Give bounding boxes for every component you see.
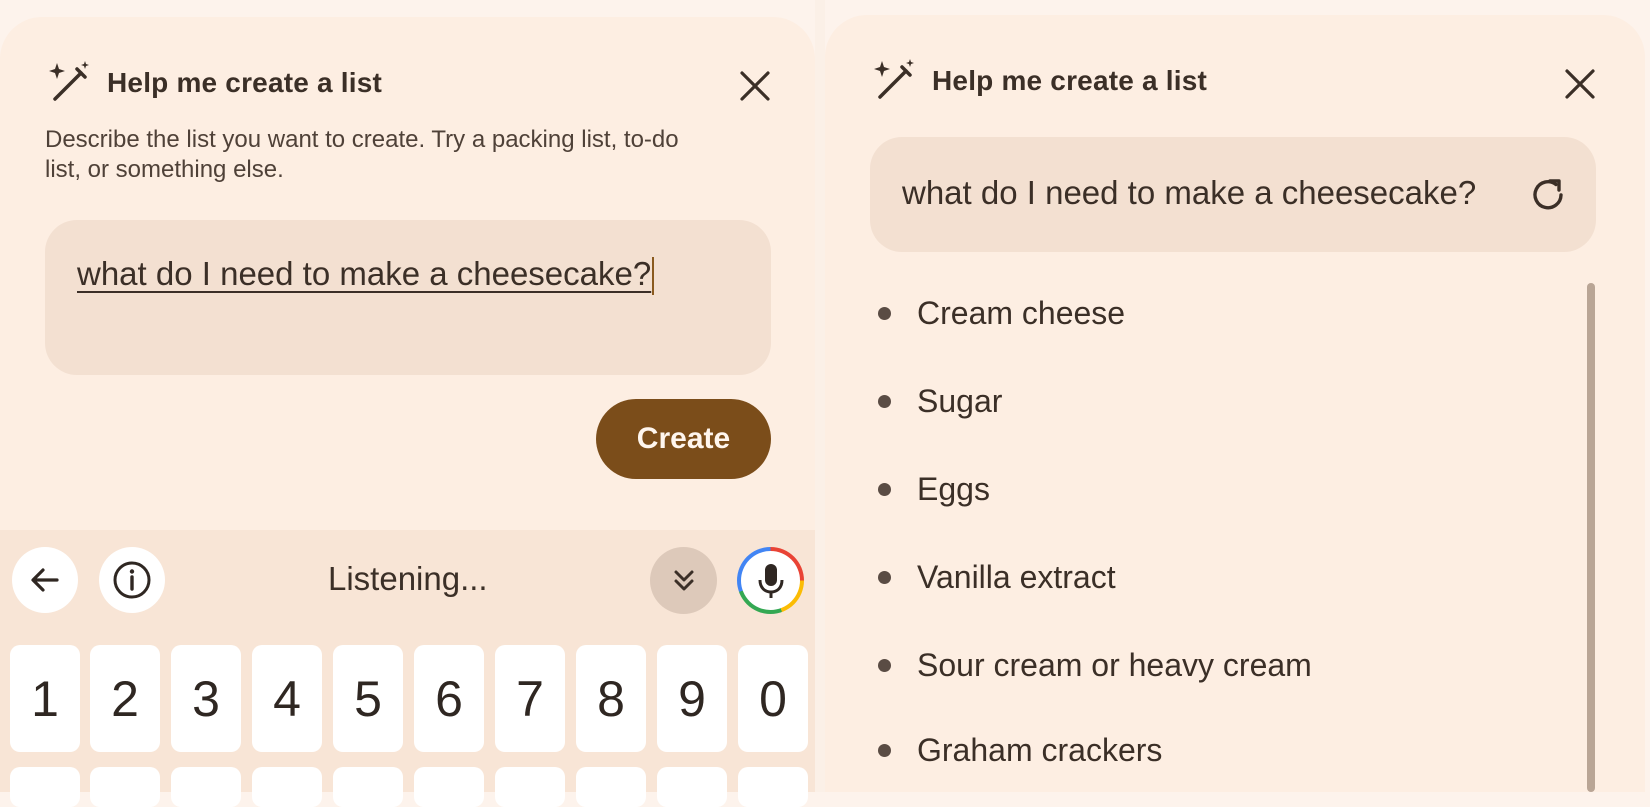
- create-button[interactable]: Create: [596, 399, 771, 479]
- bullet: [878, 395, 891, 408]
- double-chevron-down-icon: [674, 570, 693, 590]
- keyboard-key[interactable]: [657, 767, 727, 807]
- list-item[interactable]: Eggs: [870, 471, 990, 508]
- list-item[interactable]: Sugar: [870, 383, 1002, 420]
- keyboard-key[interactable]: [171, 767, 241, 807]
- list-item-text: Sour cream or heavy cream: [917, 647, 1312, 683]
- panel-divider: [815, 0, 825, 792]
- listening-status: Listening...: [328, 560, 488, 597]
- prompt-input[interactable]: what do I need to make a cheesecake?: [45, 220, 771, 375]
- key-3[interactable]: 3: [171, 645, 241, 752]
- bullet: [878, 483, 891, 496]
- keyboard-key[interactable]: [414, 767, 484, 807]
- key-1[interactable]: 1: [10, 645, 80, 752]
- key-8[interactable]: 8: [576, 645, 646, 752]
- keyboard-key[interactable]: [495, 767, 565, 807]
- dialog-title: Help me create a list: [932, 65, 1207, 96]
- list-item[interactable]: Graham crackers: [870, 732, 1162, 769]
- keyboard-toolbar: Listening...: [0, 530, 815, 630]
- keyboard-key[interactable]: [576, 767, 646, 807]
- list-item[interactable]: Cream cheese: [870, 295, 1125, 332]
- list-item-text: Sugar: [917, 383, 1003, 419]
- list-item[interactable]: Vanilla extract: [870, 559, 1116, 596]
- text-caret: [652, 257, 655, 296]
- submitted-prompt[interactable]: what do I need to make a cheesecake?: [870, 137, 1596, 252]
- dialog-title: Help me create a list: [107, 67, 382, 98]
- microphone-icon: [758, 563, 783, 598]
- list-item[interactable]: Sour cream or heavy cream: [870, 647, 1312, 684]
- bullet: [878, 307, 891, 320]
- info-button[interactable]: [99, 547, 165, 613]
- prompt-text: what do I need to make a cheesecake?: [902, 174, 1477, 211]
- on-screen-keyboard: Listening... 1 2 3 4 5 6 7 8 9 0: [0, 530, 815, 807]
- right-list-dialog: Help me create a list what do I need to …: [825, 15, 1645, 792]
- bullet: [878, 571, 891, 584]
- keyboard-key[interactable]: [252, 767, 322, 807]
- key-2[interactable]: 2: [90, 645, 160, 752]
- keyboard-key[interactable]: [333, 767, 403, 807]
- back-button[interactable]: [12, 547, 78, 613]
- info-icon: [113, 561, 151, 599]
- voice-input-button[interactable]: [737, 547, 804, 614]
- key-4[interactable]: 4: [252, 645, 322, 752]
- back-arrow-icon: [31, 568, 59, 592]
- magic-wand-icon: [49, 61, 89, 101]
- key-6[interactable]: 6: [414, 645, 484, 752]
- keyboard-key[interactable]: [738, 767, 808, 807]
- bullet: [878, 659, 891, 672]
- collapse-keyboard-button[interactable]: [650, 547, 717, 614]
- key-0[interactable]: 0: [738, 645, 808, 752]
- dialog-header: Help me create a list: [870, 57, 1207, 105]
- list-item-text: Vanilla extract: [917, 559, 1116, 595]
- dialog-description: Describe the list you want to create. Tr…: [45, 126, 679, 183]
- close-icon[interactable]: [1563, 67, 1597, 101]
- close-icon[interactable]: [738, 69, 772, 103]
- list-item-text: Graham crackers: [917, 732, 1163, 768]
- key-7[interactable]: 7: [495, 645, 565, 752]
- number-row: 1 2 3 4 5 6 7 8 9 0: [0, 645, 815, 755]
- magic-wand-icon: [874, 59, 914, 99]
- refresh-icon[interactable]: [1528, 175, 1568, 215]
- dialog-header: Help me create a list: [45, 59, 382, 107]
- list-item-text: Cream cheese: [917, 295, 1126, 331]
- keyboard-key[interactable]: [90, 767, 160, 807]
- keyboard-key[interactable]: [10, 767, 80, 807]
- prompt-input-text[interactable]: what do I need to make a cheesecake?: [77, 255, 655, 296]
- list-scrollbar[interactable]: [1587, 283, 1595, 792]
- key-9[interactable]: 9: [657, 645, 727, 752]
- bullet: [878, 744, 891, 757]
- list-item-text: Eggs: [917, 471, 990, 507]
- mic-button-inner: [741, 551, 800, 610]
- key-5[interactable]: 5: [333, 645, 403, 752]
